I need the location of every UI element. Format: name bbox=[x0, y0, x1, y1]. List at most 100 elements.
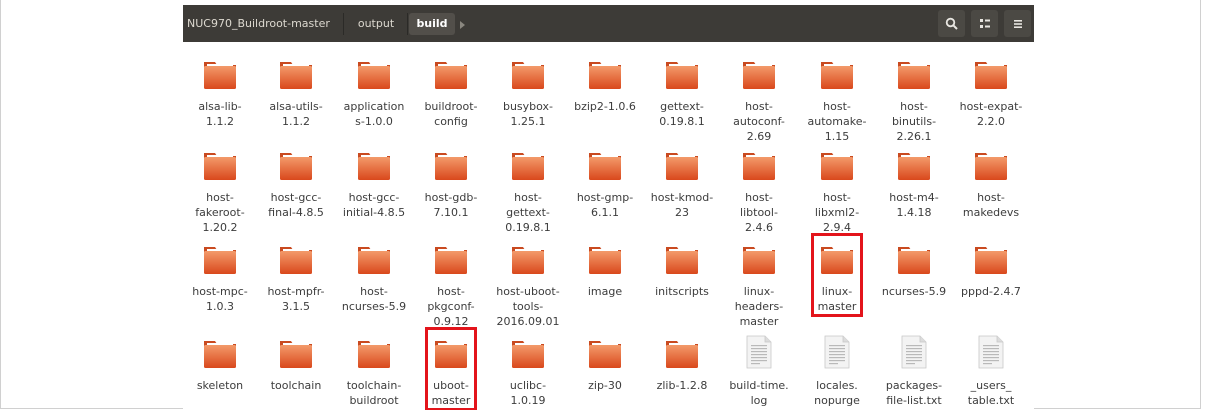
breadcrumb-current[interactable]: build bbox=[409, 13, 455, 35]
text-file-icon bbox=[819, 334, 855, 370]
folder-icon bbox=[896, 240, 932, 276]
item-label: host- automake- 1.15 bbox=[807, 100, 867, 143]
item-label: host-expat- 2.2.0 bbox=[959, 100, 1023, 128]
text-file-icon bbox=[741, 334, 777, 370]
item-label: host- makedevs bbox=[962, 191, 1020, 219]
item-label: toolchain- buildroot bbox=[346, 379, 402, 407]
item-label: host-gdb- 7.10.1 bbox=[424, 191, 478, 219]
breadcrumb-separator bbox=[407, 13, 408, 35]
folder-icon bbox=[664, 55, 700, 91]
folder-icon bbox=[973, 240, 1009, 276]
folder-icon bbox=[278, 240, 314, 276]
folder-icon bbox=[202, 55, 238, 91]
folder-icon bbox=[510, 334, 546, 370]
view-options-button[interactable] bbox=[971, 10, 998, 37]
folder-icon bbox=[741, 146, 777, 182]
folder-icon bbox=[973, 146, 1009, 182]
item-label: host- fakeroot- 1.20.2 bbox=[195, 191, 245, 234]
item-label: bzip2-1.0.6 bbox=[574, 100, 636, 113]
text-file-icon bbox=[973, 334, 1009, 370]
folder-icon bbox=[202, 334, 238, 370]
folder-icon bbox=[896, 146, 932, 182]
folder-icon bbox=[587, 240, 623, 276]
item-label: application s-1.0.0 bbox=[343, 100, 405, 128]
item-label: host-gcc- initial-4.8.5 bbox=[342, 191, 406, 219]
folder-icon bbox=[202, 240, 238, 276]
folder-icon bbox=[278, 334, 314, 370]
text-file-icon bbox=[896, 334, 932, 370]
item-label: packages- file-list.txt bbox=[885, 379, 943, 407]
item-label: host-gcc- final-4.8.5 bbox=[268, 191, 324, 219]
breadcrumb-separator bbox=[343, 13, 344, 35]
highlight-box bbox=[811, 233, 863, 317]
folder-icon bbox=[510, 240, 546, 276]
item-label: host-gmp- 6.1.1 bbox=[576, 191, 634, 219]
folder-icon bbox=[741, 55, 777, 91]
item-label: zip-30 bbox=[588, 379, 622, 392]
highlight-box bbox=[425, 327, 477, 410]
folder-icon bbox=[587, 334, 623, 370]
folder-icon bbox=[973, 55, 1009, 91]
folder-icon bbox=[356, 55, 392, 91]
item-label: host- libxml2- 2.9.4 bbox=[814, 191, 860, 234]
item-label: host- libtool- 2.4.6 bbox=[740, 191, 778, 234]
item-label: buildroot- config bbox=[424, 100, 478, 128]
folder-icon bbox=[433, 240, 469, 276]
folder-icon bbox=[819, 146, 855, 182]
folder-icon bbox=[433, 55, 469, 91]
file-grid: alsa-lib- 1.1.2 alsa-utils- 1.1.2 applicat… bbox=[183, 42, 1034, 410]
item-label: toolchain bbox=[270, 379, 322, 392]
item-label: host- autoconf- 2.69 bbox=[733, 100, 785, 143]
toolbar: NUC970_Buildroot-master output build bbox=[183, 5, 1034, 42]
folder-icon bbox=[356, 334, 392, 370]
folder-icon bbox=[202, 146, 238, 182]
item-label: skeleton bbox=[196, 379, 244, 392]
folder-icon bbox=[664, 240, 700, 276]
item-label: image bbox=[587, 285, 623, 298]
item-label: alsa-lib- 1.1.2 bbox=[198, 100, 242, 128]
item-label: host-mpc- 1.0.3 bbox=[192, 285, 248, 313]
folder-icon bbox=[587, 55, 623, 91]
item-label: host- gettext- 0.19.8.1 bbox=[505, 191, 551, 234]
item-label: uclibc- 1.0.19 bbox=[509, 379, 547, 407]
item-label: host-mpfr- 3.1.5 bbox=[267, 285, 325, 313]
item-label: host- pkgconf- 0.9.12 bbox=[427, 285, 475, 328]
folder-icon bbox=[664, 334, 700, 370]
item-label: _users_ table.txt bbox=[967, 379, 1015, 407]
folder-icon bbox=[819, 55, 855, 91]
breadcrumb-forward-icon[interactable] bbox=[460, 21, 465, 29]
folder-icon bbox=[510, 55, 546, 91]
view-options-icon bbox=[979, 18, 990, 28]
item-label: locales. nopurge bbox=[814, 379, 860, 407]
item-label: alsa-utils- 1.1.2 bbox=[269, 100, 323, 128]
search-icon bbox=[945, 17, 958, 30]
folder-icon bbox=[433, 146, 469, 182]
folder-icon bbox=[741, 240, 777, 276]
folder-icon bbox=[510, 146, 546, 182]
item-label: host-m4- 1.4.18 bbox=[889, 191, 939, 219]
item-label: linux- headers- master bbox=[734, 285, 784, 328]
item-label: initscripts bbox=[655, 285, 709, 298]
item-label: ncurses-5.9 bbox=[881, 285, 947, 298]
folder-icon bbox=[278, 146, 314, 182]
folder-icon bbox=[896, 55, 932, 91]
item-label: host- binutils- 2.26.1 bbox=[891, 100, 937, 143]
search-button[interactable] bbox=[938, 10, 965, 37]
folder-icon bbox=[664, 146, 700, 182]
item-label: build-time. log bbox=[729, 379, 789, 407]
folder-icon bbox=[278, 55, 314, 91]
folder-icon bbox=[587, 146, 623, 182]
item-label: gettext- 0.19.8.1 bbox=[659, 100, 705, 128]
folder-icon bbox=[356, 240, 392, 276]
item-label: host- ncurses-5.9 bbox=[341, 285, 407, 313]
item-label: busybox- 1.25.1 bbox=[502, 100, 554, 128]
folder-icon bbox=[356, 146, 392, 182]
hamburger-menu-icon bbox=[1013, 19, 1022, 28]
item-label: host-kmod- 23 bbox=[650, 191, 714, 219]
item-label: host-uboot- tools- 2016.09.01 bbox=[496, 285, 560, 328]
breadcrumb-output[interactable]: output bbox=[345, 13, 407, 35]
menu-button[interactable] bbox=[1004, 10, 1031, 37]
breadcrumb-root[interactable]: NUC970_Buildroot-master bbox=[183, 13, 343, 35]
item-label: pppd-2.4.7 bbox=[961, 285, 1021, 298]
file-manager-window: NUC970_Buildroot-master output build als… bbox=[183, 5, 1034, 410]
